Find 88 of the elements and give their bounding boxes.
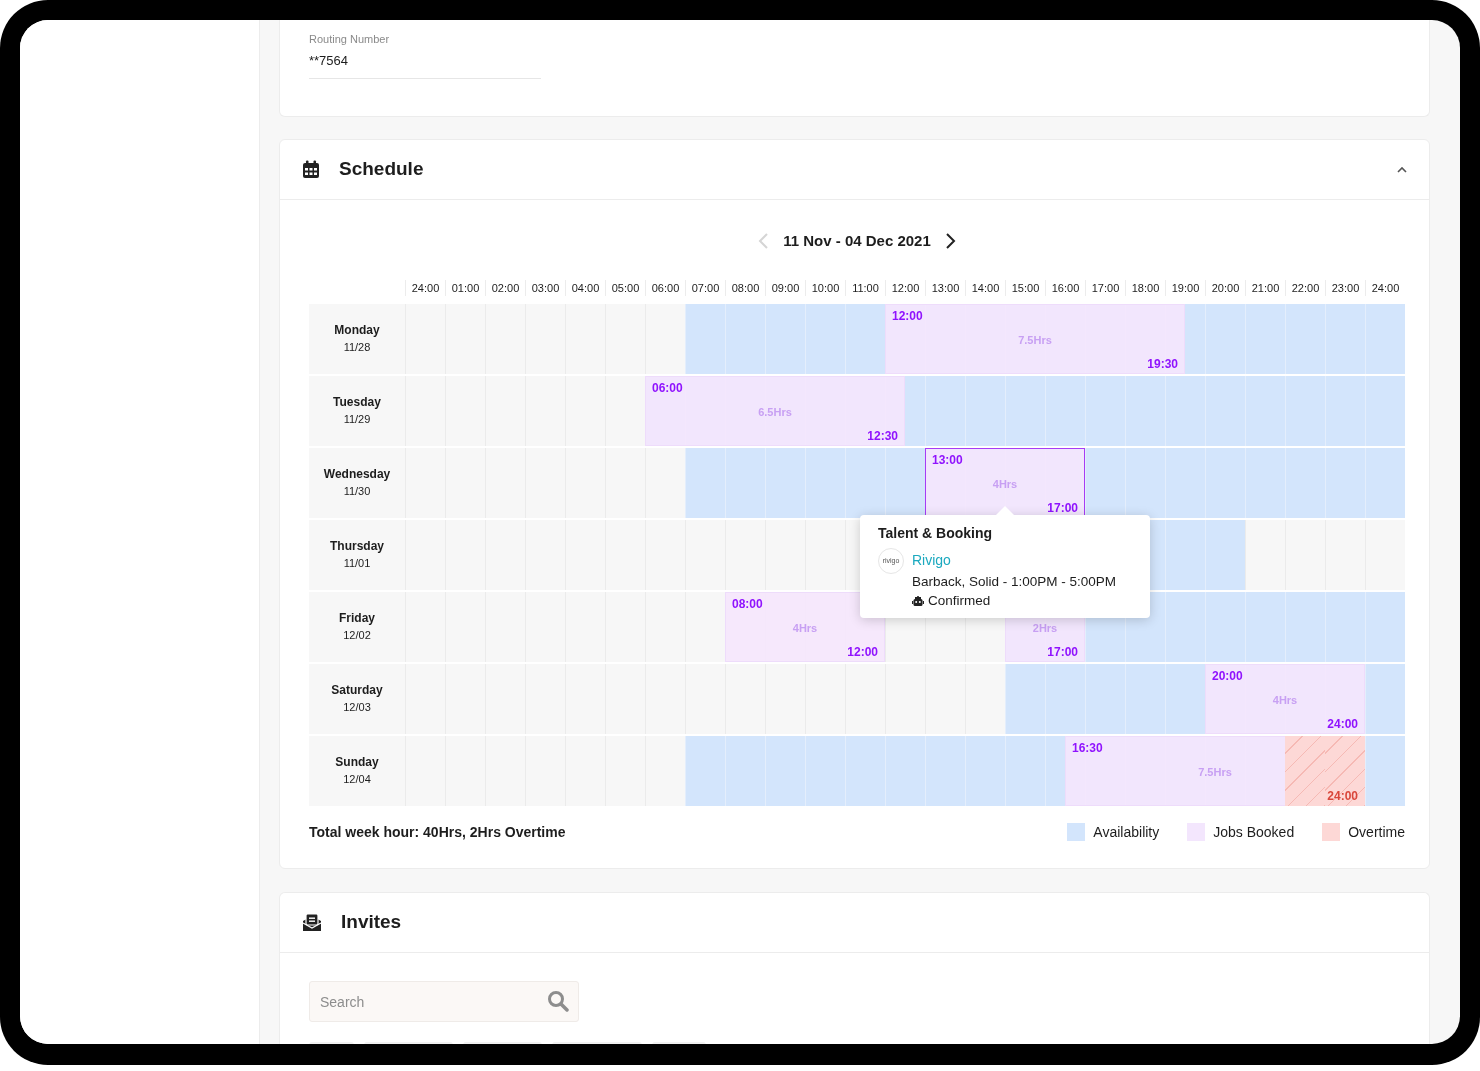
job-block[interactable]: 12:00 7.5Hrs 19:30 bbox=[885, 304, 1185, 374]
hour-label: 06:00 bbox=[645, 280, 685, 296]
job-details: Barback, Solid - 1:00PM - 5:00PM bbox=[912, 573, 1117, 591]
start-time: 06:00 bbox=[652, 381, 683, 395]
hour-label: 15:00 bbox=[1005, 280, 1045, 296]
company-link[interactable]: Rivigo bbox=[912, 552, 951, 568]
search-icon bbox=[547, 990, 569, 1012]
job-duration: 7.5Hrs bbox=[1018, 333, 1052, 347]
hour-label: 10:00 bbox=[805, 280, 845, 296]
start-time: 08:00 bbox=[732, 597, 763, 611]
job-block[interactable]: 20:00 4Hrs 24:00 bbox=[1205, 664, 1365, 734]
chevron-left-icon bbox=[758, 233, 770, 249]
hour-label: 11:00 bbox=[845, 280, 885, 296]
calendar-icon bbox=[302, 160, 320, 179]
routing-number-field: **7564 bbox=[309, 47, 541, 79]
envelope-icon bbox=[302, 913, 322, 932]
end-time: 24:00 bbox=[1327, 789, 1358, 803]
date-range: 11 Nov - 04 Dec 2021 bbox=[783, 230, 931, 251]
day-date: 11/30 bbox=[343, 483, 371, 499]
hour-label: 13:00 bbox=[925, 280, 965, 296]
legend-label: Overtime bbox=[1348, 822, 1405, 842]
start-time: 20:00 bbox=[1212, 669, 1243, 683]
job-duration: 7.5Hrs bbox=[1198, 765, 1232, 779]
day-date: 12/04 bbox=[343, 771, 371, 787]
job-block[interactable]: 08:00 4Hrs 12:00 bbox=[725, 592, 885, 662]
hour-label: 18:00 bbox=[1125, 280, 1165, 296]
day-name: Saturday bbox=[331, 682, 383, 700]
start-time: 13:00 bbox=[932, 453, 963, 467]
job-block[interactable]: 13:00 4Hrs 17:00 bbox=[925, 448, 1085, 518]
day-date: 12/03 bbox=[343, 699, 371, 715]
chevron-icon bbox=[1397, 165, 1407, 174]
hour-label: 04:00 bbox=[565, 280, 605, 296]
hour-label: 03:00 bbox=[525, 280, 565, 296]
job-duration: 4Hrs bbox=[1272, 693, 1298, 707]
legend-label: Jobs Booked bbox=[1213, 822, 1295, 842]
hour-label: 23:00 bbox=[1325, 280, 1365, 296]
day-name: Monday bbox=[334, 322, 380, 340]
tooltip-title: Talent & Booking bbox=[878, 524, 994, 543]
field-label: Routing Number bbox=[309, 32, 391, 47]
end-time: 17:00 bbox=[1047, 501, 1078, 515]
hour-label: 21:00 bbox=[1245, 280, 1285, 296]
day-date: 11/28 bbox=[343, 339, 371, 355]
job-duration: 2Hrs bbox=[1032, 621, 1058, 635]
search-field[interactable]: Search bbox=[309, 981, 579, 1022]
hour-label: 01:00 bbox=[445, 280, 485, 296]
hour-label: 20:00 bbox=[1205, 280, 1245, 296]
hour-label: 24:00 bbox=[405, 280, 445, 296]
hour-label: 17:00 bbox=[1085, 280, 1125, 296]
section-title: Schedule bbox=[339, 157, 424, 182]
hour-label: 16:00 bbox=[1045, 280, 1085, 296]
end-time: 12:00 bbox=[847, 645, 878, 659]
hour-label: 12:00 bbox=[885, 280, 925, 296]
day-name: Sunday bbox=[335, 754, 379, 772]
job-block[interactable]: 16:30 7.5Hrs 24:00 bbox=[1065, 736, 1365, 806]
robot-icon bbox=[912, 595, 924, 606]
job-duration: 4Hrs bbox=[792, 621, 818, 635]
hour-label: 08:00 bbox=[725, 280, 765, 296]
legend-label: Availability bbox=[1093, 822, 1160, 842]
hour-label: 14:00 bbox=[965, 280, 1005, 296]
job-duration: 4Hrs bbox=[992, 477, 1018, 491]
hour-label: 22:00 bbox=[1285, 280, 1325, 296]
hour-label: 19:00 bbox=[1165, 280, 1205, 296]
day-name: Friday bbox=[339, 610, 375, 628]
booking-status: Confirmed bbox=[928, 592, 991, 610]
chevron-right-icon bbox=[944, 233, 956, 249]
hour-label: 09:00 bbox=[765, 280, 805, 296]
total-hours: Total week hour: 40Hrs, 2Hrs Overtime bbox=[309, 822, 566, 842]
hour-label: 05:00 bbox=[605, 280, 645, 296]
start-time: 16:30 bbox=[1072, 741, 1103, 755]
collapse-button[interactable] bbox=[1397, 165, 1407, 174]
day-name: Thursday bbox=[330, 538, 384, 556]
hour-label: 02:00 bbox=[485, 280, 525, 296]
hour-label: 24:00 bbox=[1365, 280, 1405, 296]
end-time: 19:30 bbox=[1147, 357, 1178, 371]
day-date: 12/02 bbox=[343, 627, 371, 643]
start-time: 12:00 bbox=[892, 309, 923, 323]
day-name: Tuesday bbox=[333, 394, 381, 412]
job-block[interactable]: 06:00 6.5Hrs 12:30 bbox=[645, 376, 905, 446]
day-date: 11/29 bbox=[343, 411, 371, 427]
end-time: 17:00 bbox=[1047, 645, 1078, 659]
next-button[interactable] bbox=[944, 233, 956, 249]
section-title: Invites bbox=[341, 910, 402, 935]
day-date: 11/01 bbox=[343, 555, 371, 571]
hour-label: 07:00 bbox=[685, 280, 725, 296]
day-name: Wednesday bbox=[323, 466, 391, 484]
end-time: 12:30 bbox=[867, 429, 898, 443]
end-time: 24:00 bbox=[1327, 717, 1358, 731]
job-duration: 6.5Hrs bbox=[758, 405, 792, 419]
